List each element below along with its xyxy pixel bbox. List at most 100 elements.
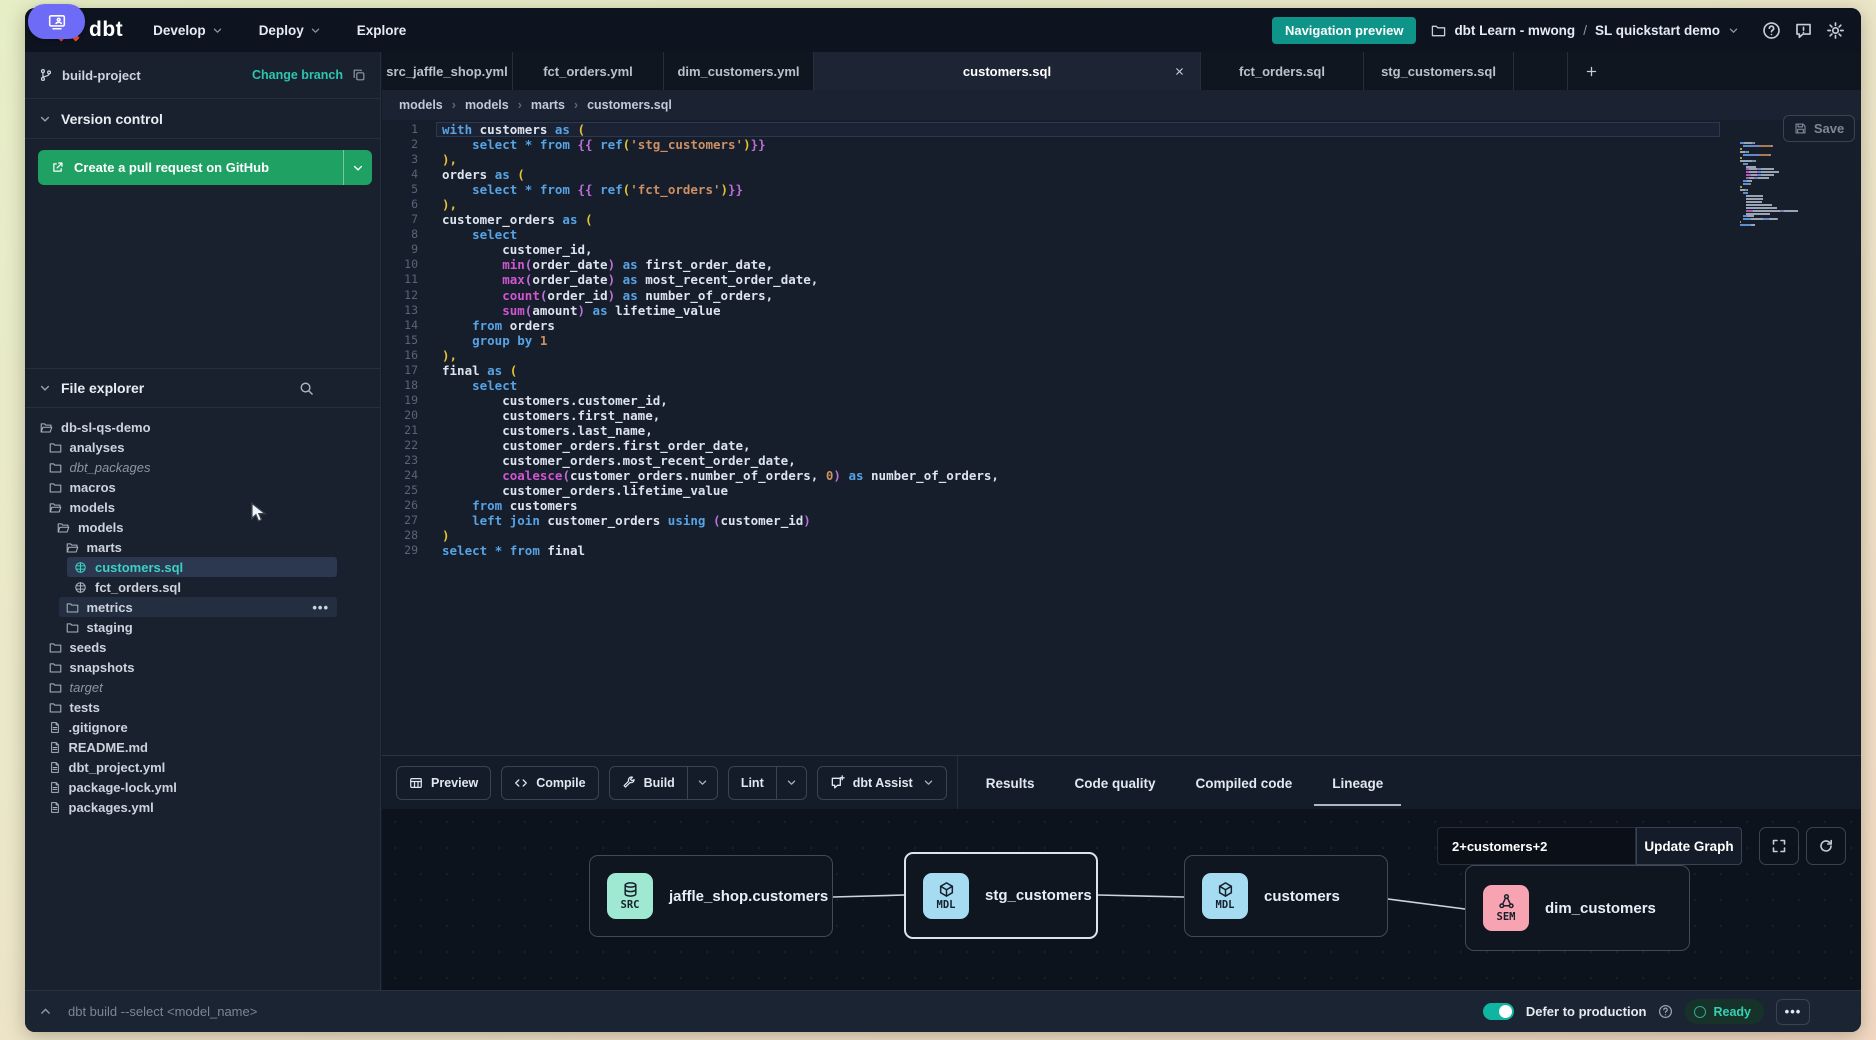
lineage-node-dim-customers[interactable]: SEMdim_customers: [1465, 865, 1690, 951]
code-line[interactable]: 22 customer_orders.first_order_date,: [382, 438, 1861, 453]
build-dropdown[interactable]: [687, 767, 717, 799]
code-line[interactable]: 29select * from final: [382, 543, 1861, 558]
file-tree-item-staging[interactable]: staging: [25, 617, 339, 637]
code-line[interactable]: 14 from orders: [382, 318, 1861, 333]
lint-button[interactable]: Lint: [729, 767, 776, 799]
command-input[interactable]: dbt build --select <model_name>: [68, 1004, 257, 1019]
panel-tab-compiled-code[interactable]: Compiled code: [1194, 759, 1295, 806]
search-icon[interactable]: [299, 381, 314, 396]
help-icon[interactable]: [1762, 21, 1781, 40]
code-line[interactable]: 3),: [382, 152, 1861, 167]
code-editor[interactable]: 1with customers as (2 select * from {{ r…: [382, 120, 1861, 755]
breadcrumb-item[interactable]: models: [399, 98, 443, 112]
code-line[interactable]: 23 customer_orders.most_recent_order_dat…: [382, 453, 1861, 468]
editor-tab-stg-customers-sql[interactable]: stg_customers.sql: [1364, 52, 1514, 90]
copy-icon[interactable]: [352, 68, 366, 82]
file-explorer-header[interactable]: File explorer: [25, 368, 380, 408]
file-tree-item-models[interactable]: models: [25, 497, 339, 517]
create-pr-button[interactable]: Create a pull request on GitHub: [38, 150, 344, 185]
code-line[interactable]: 16),: [382, 348, 1861, 363]
new-tab-button[interactable]: [1568, 52, 1614, 90]
navigation-preview-button[interactable]: Navigation preview: [1272, 17, 1416, 44]
panel-tab-results[interactable]: Results: [984, 759, 1037, 806]
expand-command-icon[interactable]: [39, 1005, 52, 1018]
file-tree-item-package-lock-yml[interactable]: package-lock.yml: [25, 777, 339, 797]
editor-tab-fct-orders-sql[interactable]: fct_orders.sql: [1201, 52, 1364, 90]
editor-tab-customers-sql[interactable]: customers.sql: [814, 52, 1201, 90]
change-branch-link[interactable]: Change branch: [252, 68, 343, 82]
code-line[interactable]: 17final as (: [382, 363, 1861, 378]
file-tree-item-db-sl-qs-demo[interactable]: db-sl-qs-demo: [25, 417, 339, 437]
lineage-node-customers[interactable]: MDLcustomers: [1184, 855, 1388, 937]
lineage-node-stg-customers[interactable]: MDLstg_customers: [904, 852, 1098, 939]
compile-button[interactable]: Compile: [501, 766, 598, 800]
code-line[interactable]: 24 coalesce(customer_orders.number_of_or…: [382, 468, 1861, 483]
feedback-icon[interactable]: [1794, 21, 1813, 40]
file-tree-item-models[interactable]: models: [25, 517, 339, 537]
code-line[interactable]: 19 customers.customer_id,: [382, 393, 1861, 408]
lineage-selector-input[interactable]: 2+customers+2: [1437, 827, 1636, 865]
file-tree-item-customers-sql[interactable]: customers.sql: [25, 557, 339, 577]
code-line[interactable]: 1with customers as (: [382, 122, 1861, 137]
file-tree-item-macros[interactable]: macros: [25, 477, 339, 497]
minimap[interactable]: [1740, 142, 1826, 227]
defer-help-icon[interactable]: [1658, 1004, 1673, 1019]
version-control-header[interactable]: Version control: [25, 99, 380, 139]
code-line[interactable]: 8 select: [382, 227, 1861, 242]
save-button[interactable]: Save: [1783, 115, 1855, 142]
code-line[interactable]: 12 count(order_id) as number_of_orders,: [382, 288, 1861, 303]
code-line[interactable]: 18 select: [382, 378, 1861, 393]
lineage-node-jaffle-shop-customers[interactable]: SRCjaffle_shop.customers: [589, 855, 833, 937]
code-line[interactable]: 5 select * from {{ ref('fct_orders')}}: [382, 182, 1861, 197]
breadcrumb-item[interactable]: customers.sql: [587, 98, 672, 112]
file-tree-item-metrics[interactable]: metrics•••: [25, 597, 339, 617]
breadcrumb-item[interactable]: models: [465, 98, 509, 112]
update-graph-button[interactable]: Update Graph: [1636, 827, 1742, 865]
file-tree-item-packages-yml[interactable]: packages.yml: [25, 797, 339, 817]
settings-gear-icon[interactable]: [1826, 21, 1845, 40]
breadcrumb-item[interactable]: marts: [531, 98, 565, 112]
refresh-button[interactable]: [1806, 827, 1846, 865]
build-button[interactable]: Build: [610, 767, 687, 799]
code-line[interactable]: 2 select * from {{ ref('stg_customers')}…: [382, 137, 1861, 152]
fullscreen-button[interactable]: [1759, 827, 1799, 865]
defer-toggle[interactable]: [1483, 1003, 1514, 1020]
preview-button[interactable]: Preview: [396, 766, 491, 800]
code-line[interactable]: 11 max(order_date) as most_recent_order_…: [382, 272, 1861, 287]
file-tree-item-dbt-packages[interactable]: dbt_packages: [25, 457, 339, 477]
file-tree-item--gitignore[interactable]: .gitignore: [25, 717, 339, 737]
file-tree-item-readme-md[interactable]: README.md: [25, 737, 339, 757]
code-line[interactable]: 28): [382, 528, 1861, 543]
item-options-button[interactable]: •••: [312, 600, 329, 615]
code-line[interactable]: 27 left join customer_orders using (cust…: [382, 513, 1861, 528]
code-line[interactable]: 13 sum(amount) as lifetime_value: [382, 303, 1861, 318]
code-line[interactable]: 15 group by 1: [382, 333, 1861, 348]
file-tree-item-target[interactable]: target: [25, 677, 339, 697]
code-line[interactable]: 25 customer_orders.lifetime_value: [382, 483, 1861, 498]
nav-menu-explore[interactable]: Explore: [357, 23, 407, 38]
nav-menu-develop[interactable]: Develop: [153, 23, 223, 38]
code-line[interactable]: 10 min(order_date) as first_order_date,: [382, 257, 1861, 272]
file-tree-item-dbt-project-yml[interactable]: dbt_project.yml: [25, 757, 339, 777]
file-tree-item-tests[interactable]: tests: [25, 697, 339, 717]
code-line[interactable]: 4orders as (: [382, 167, 1861, 182]
code-line[interactable]: 21 customers.last_name,: [382, 423, 1861, 438]
lint-dropdown[interactable]: [776, 767, 806, 799]
status-badge[interactable]: Ready: [1685, 999, 1764, 1024]
code-line[interactable]: 20 customers.first_name,: [382, 408, 1861, 423]
editor-tab-dim-customers-yml[interactable]: dim_customers.yml: [664, 52, 814, 90]
code-line[interactable]: 9 customer_id,: [382, 242, 1861, 257]
more-options-button[interactable]: •••: [1776, 999, 1810, 1025]
editor-tab-fct-orders-yml[interactable]: fct_orders.yml: [513, 52, 664, 90]
code-line[interactable]: 26 from customers: [382, 498, 1861, 513]
dbt-assist-button[interactable]: dbt Assist: [817, 766, 947, 800]
file-tree-item-seeds[interactable]: seeds: [25, 637, 339, 657]
code-line[interactable]: 6),: [382, 197, 1861, 212]
panel-tab-lineage[interactable]: Lineage: [1330, 759, 1385, 806]
file-tree-item-fct-orders-sql[interactable]: fct_orders.sql: [25, 577, 339, 597]
file-tree-item-analyses[interactable]: analyses: [25, 437, 339, 457]
nav-menu-deploy[interactable]: Deploy: [259, 23, 321, 38]
editor-tab-src-jaffle-shop-yml[interactable]: src_jaffle_shop.yml: [382, 52, 513, 90]
close-tab-icon[interactable]: [1174, 66, 1185, 77]
file-tree-item-marts[interactable]: marts: [25, 537, 339, 557]
